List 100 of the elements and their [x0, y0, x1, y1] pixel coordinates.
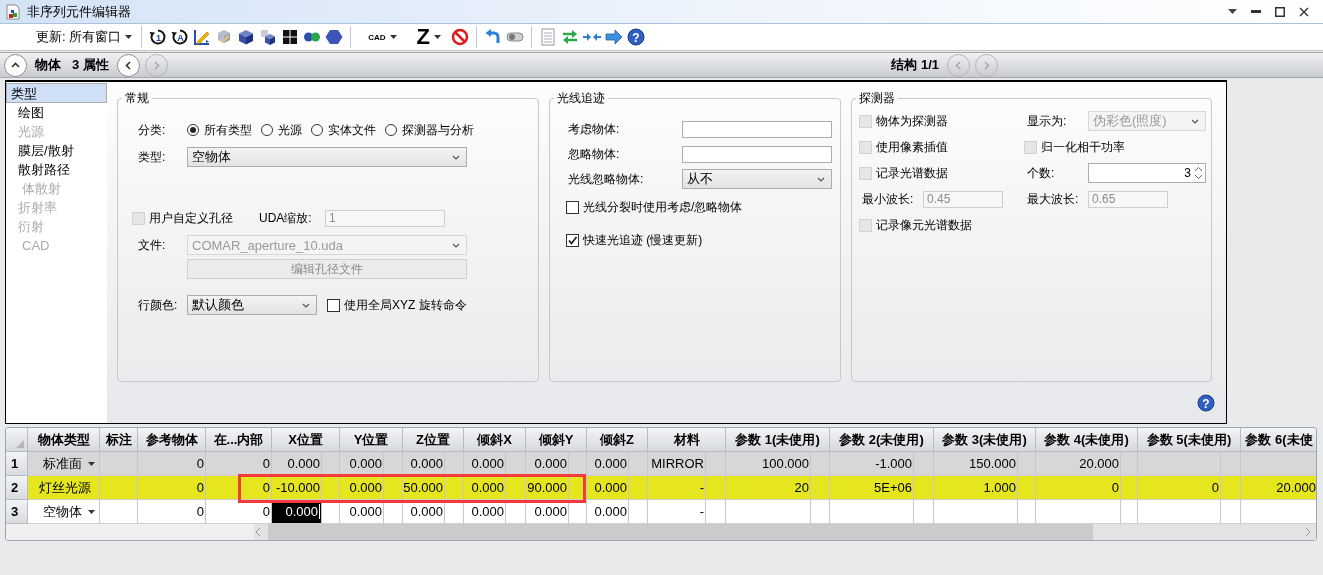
chevron-down-icon — [1191, 118, 1199, 124]
swap-arrows-icon[interactable] — [561, 28, 580, 46]
field-label: 最小波长: — [861, 190, 915, 208]
sidebar-item[interactable]: 膜层/散射 — [6, 141, 107, 160]
checkbox[interactable]: 光线分裂时使用考虑/忽略物体 — [566, 198, 743, 216]
field-label: 行颜色: — [137, 296, 179, 314]
text-field[interactable] — [682, 145, 832, 163]
radio-button[interactable]: 所有类型 — [187, 121, 252, 139]
table-cell[interactable] — [100, 476, 138, 500]
sidebar-item[interactable]: 绘图 — [6, 103, 107, 122]
text-field[interactable] — [682, 120, 832, 138]
chevron-down-icon — [302, 302, 310, 308]
sidebar-item[interactable]: 类型 — [6, 83, 107, 103]
cubes-icon[interactable] — [259, 28, 278, 46]
table-cell[interactable]: 50.000 — [403, 476, 445, 500]
table-cell[interactable]: 0 — [1036, 476, 1121, 500]
table-cell[interactable]: 0.000 — [464, 452, 506, 476]
table-cell[interactable]: 0.000 — [340, 452, 384, 476]
previous-button[interactable] — [116, 53, 140, 77]
table-cell[interactable]: 0.000 — [403, 452, 445, 476]
column-header: 参数 4(未使用) — [1036, 428, 1138, 452]
table-row[interactable]: 2 灯丝光源 0 0 -10.000 0.000 50.000 0.000 90.000 0.000 - 20 5E+06 1.000 0 0 20.000 — [6, 476, 1316, 500]
table-cell[interactable]: 5E+06 — [830, 476, 914, 500]
field-label: 文件: — [137, 236, 167, 254]
scroll-thumb[interactable] — [268, 524, 1093, 540]
table-cell[interactable]: 20 — [726, 476, 811, 500]
horizontal-scrollbar[interactable] — [254, 524, 1316, 540]
caret-icon — [87, 461, 95, 466]
table-cell[interactable]: 0.000 — [340, 476, 384, 500]
pencil-icon[interactable] — [193, 28, 212, 46]
column-header: 参数 1(未使用) — [726, 428, 830, 452]
window-title: 非序列元件编辑器 — [27, 2, 131, 21]
dropdown-arrow-icon[interactable] — [1228, 9, 1237, 14]
caret-icon — [125, 35, 133, 39]
field-label: 类型: — [137, 148, 167, 166]
row-number: 1 — [6, 452, 28, 476]
column-header: X位置 — [272, 428, 340, 452]
nav-title: 结构 1/1 — [891, 56, 939, 74]
object-type-dropdown[interactable]: 灯丝光源 — [28, 476, 100, 500]
table-cell[interactable]: 0.000 — [464, 476, 506, 500]
table-row[interactable]: 1 标准面 0 0 0.000 0.000 0.000 0.000 0.000 0.000 MIRROR 100.000 -1.000 150.000 20.000 — [6, 452, 1316, 476]
toolbar-dropdown[interactable]: Z — [414, 24, 444, 50]
help-icon[interactable]: ? — [627, 28, 646, 46]
table-cell[interactable]: - — [648, 476, 706, 500]
column-header: 倾斜Z — [587, 428, 648, 452]
radio-button[interactable]: 探测器与分析 — [385, 121, 474, 139]
nav-title: 3 属性 — [72, 56, 109, 74]
table-cell[interactable]: 0.000 — [587, 476, 629, 500]
scroll-left-icon[interactable] — [254, 527, 262, 537]
column-header: 在...内部 — [206, 428, 272, 452]
dropdown[interactable]: 空物体 — [187, 147, 467, 167]
cube-icon[interactable] — [237, 28, 256, 46]
toolbar-dropdown[interactable]: CAD — [366, 32, 399, 42]
dropdown[interactable]: 从不 — [682, 169, 832, 189]
column-header: 标注 — [100, 428, 138, 452]
spinner-arrows-icon[interactable] — [1193, 165, 1204, 181]
dropdown[interactable]: 默认颜色 — [187, 295, 317, 315]
chevron-down-icon — [817, 176, 825, 182]
column-header: Z位置 — [403, 428, 464, 452]
table-cell[interactable]: 0 — [138, 476, 206, 500]
column-header: 倾斜X — [464, 428, 526, 452]
checkbox[interactable]: 使用全局XYZ 旋转命令 — [327, 296, 467, 314]
field-label: 分类: — [137, 121, 167, 139]
checkbox[interactable]: 快速光追迹 (慢速更新) — [566, 231, 703, 249]
number-field[interactable]: 3 — [1088, 163, 1206, 183]
field-label: 最大波长: — [1026, 190, 1080, 208]
table-cell[interactable]: 0 — [206, 476, 272, 500]
no-entry-icon[interactable] — [451, 28, 470, 46]
table-cell[interactable]: 1.000 — [934, 476, 1018, 500]
close-icon[interactable] — [1299, 6, 1309, 17]
grid-icon[interactable] — [281, 28, 300, 46]
table-cell[interactable]: 90.000 — [526, 476, 569, 500]
radio-button[interactable]: 实体文件 — [311, 121, 376, 139]
field-label: 显示为: — [1026, 112, 1068, 130]
check-icon — [567, 234, 578, 246]
table-cell[interactable]: 20.000 — [1241, 476, 1316, 500]
scroll-right-icon[interactable] — [1304, 527, 1312, 537]
curved-arrow-icon[interactable] — [484, 28, 503, 46]
group-title: 常规 — [124, 90, 150, 107]
table-cell[interactable]: 0.000 — [272, 452, 322, 476]
maximize-icon[interactable] — [1275, 6, 1285, 17]
hexagon-icon[interactable] — [325, 28, 344, 46]
toolbar-dropdown[interactable]: 更新: 所有窗口 — [34, 28, 135, 46]
column-header: 参考物体 — [138, 428, 206, 452]
document-icon[interactable] — [539, 28, 558, 46]
caret-icon — [389, 35, 397, 39]
nav-title: 物体 — [35, 56, 61, 74]
caret-icon — [434, 35, 442, 39]
radio-button[interactable]: 光源 — [261, 121, 302, 139]
table-cell[interactable]: 0.000 — [526, 452, 569, 476]
help-icon[interactable]: ? — [1197, 393, 1215, 412]
right-arrow-icon[interactable] — [605, 28, 624, 46]
caret-icon — [87, 509, 95, 514]
triangle-icon[interactable] — [15, 440, 24, 448]
sidebar-item[interactable]: 散射路径 — [6, 160, 107, 179]
table-cell[interactable]: -10.000 — [272, 476, 322, 500]
column-header: Y位置 — [340, 428, 403, 452]
table-cell[interactable]: 0 — [1138, 476, 1221, 500]
collapse-button[interactable] — [4, 53, 27, 77]
field-label: 个数: — [1026, 164, 1056, 182]
